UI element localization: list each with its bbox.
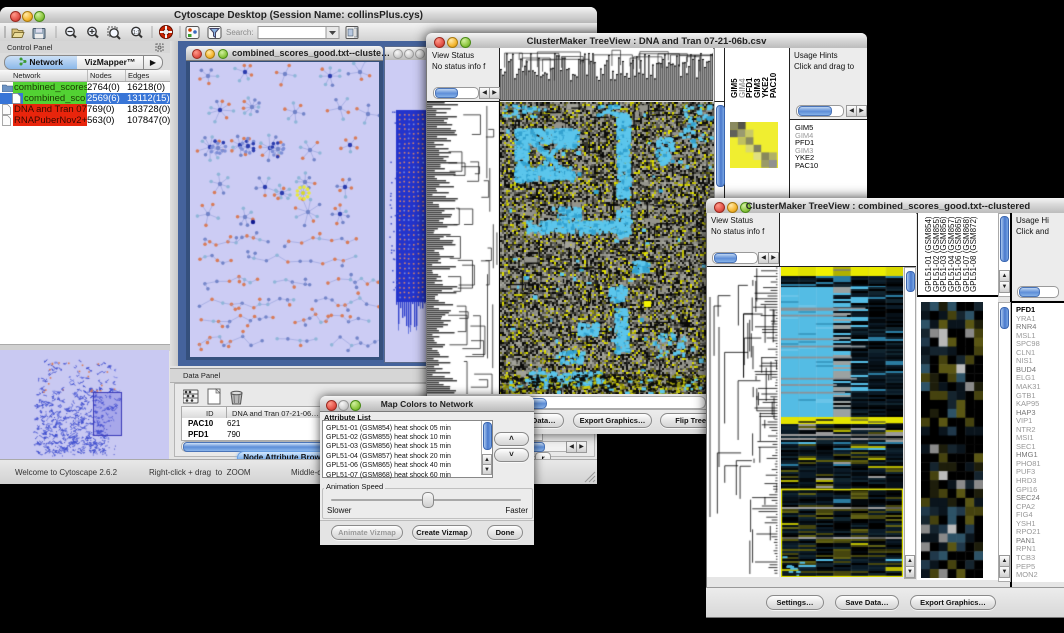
svg-text:1:1: 1:1 (133, 30, 140, 36)
svg-text:Search:: Search: (226, 28, 254, 37)
